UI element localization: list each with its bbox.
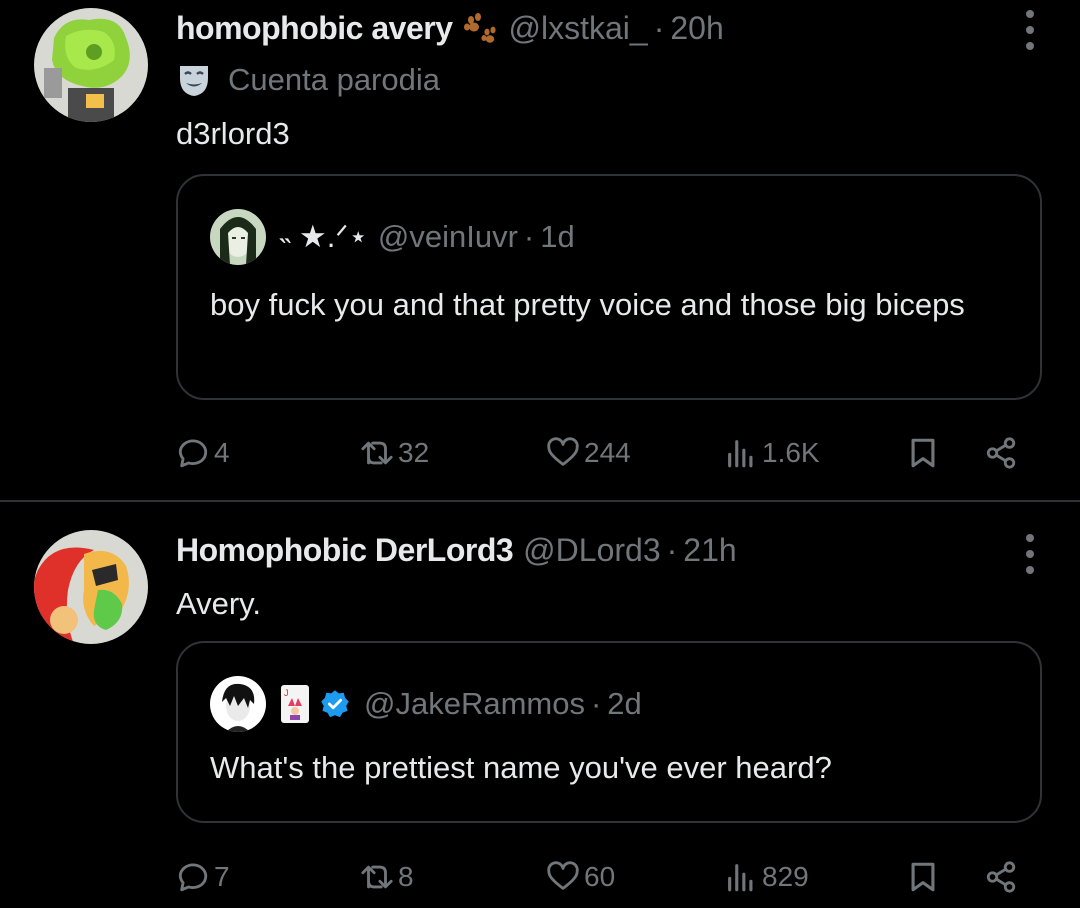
like-count: 244 (584, 437, 631, 468)
author-handle[interactable]: @lxstkai_ (509, 10, 648, 47)
separator-dot: · (666, 531, 678, 568)
repost-count: 8 (398, 861, 414, 892)
avatar[interactable] (34, 530, 148, 644)
tweet-header: homophobic avery @lxstkai_ · 20h (176, 6, 990, 50)
theater-mask-icon (180, 66, 208, 96)
quoted-timestamp[interactable]: 2d (607, 686, 641, 722)
bookmark-button[interactable] (906, 428, 944, 478)
repost-button[interactable]: 8 (360, 852, 414, 902)
action-bar: 7 8 60 829 (176, 852, 1056, 902)
reply-icon (178, 863, 208, 892)
author-name[interactable]: Homophobic DerLord3 (176, 532, 514, 569)
tweet-text: Avery. (176, 586, 261, 621)
repost-icon (361, 441, 393, 465)
reply-button[interactable]: 4 (176, 428, 230, 478)
share-button[interactable] (984, 852, 1022, 902)
more-options-icon[interactable] (1024, 10, 1036, 50)
views-chart-icon (728, 864, 753, 892)
timeline-feed: homophobic avery @lxstkai_ · 20h Cuenta … (0, 0, 1080, 908)
parody-label: Cuenta parodia (176, 60, 440, 100)
svg-text:J: J (284, 688, 289, 698)
share-icon (986, 861, 1016, 893)
repost-count: 32 (398, 437, 430, 468)
reply-icon (178, 439, 208, 468)
quoted-author-name[interactable]: ˵ ★.ᐟ⋆ (280, 219, 368, 255)
joker-card-icon: J (281, 685, 309, 723)
quoted-tweet-text: boy fuck you and that pretty voice and t… (210, 287, 965, 322)
reply-count: 4 (214, 437, 230, 468)
avatar[interactable] (34, 8, 148, 122)
bookmark-button[interactable] (906, 852, 944, 902)
paw-prints-icon (463, 13, 496, 43)
tweet-text: d3rlord3 (176, 116, 290, 151)
quoted-avatar (210, 676, 266, 732)
bookmark-icon (911, 438, 935, 468)
like-button[interactable]: 244 (546, 428, 631, 478)
heart-icon (547, 861, 579, 890)
share-button[interactable] (984, 428, 1022, 478)
quoted-avatar (210, 209, 266, 265)
separator-dot: · (523, 219, 535, 254)
views-count: 829 (762, 861, 809, 892)
repost-button[interactable]: 32 (360, 428, 429, 478)
views-button[interactable]: 1.6K (724, 428, 820, 478)
tweet[interactable]: Homophobic DerLord3 @DLord3 · 21h Avery. (0, 502, 1080, 908)
timestamp[interactable]: 20h (670, 10, 723, 47)
share-icon (986, 437, 1016, 469)
separator-dot: · (590, 686, 602, 721)
timestamp[interactable]: 21h (683, 532, 736, 569)
views-count: 1.6K (762, 437, 820, 468)
views-button[interactable]: 829 (724, 852, 809, 902)
like-button[interactable]: 60 (546, 852, 615, 902)
repost-icon (361, 865, 393, 889)
author-handle[interactable]: @DLord3 (523, 532, 660, 569)
like-count: 60 (584, 861, 616, 892)
reply-count: 7 (214, 861, 230, 892)
quoted-author-handle[interactable]: @JakeRammos (364, 686, 585, 722)
quoted-tweet[interactable]: ˵ ★.ᐟ⋆ @veinIuvr · 1d boy fuck you and t… (176, 174, 1042, 400)
views-chart-icon (728, 440, 753, 468)
verified-badge-icon (321, 690, 349, 718)
quoted-tweet[interactable]: J @JakeRammos · 2d What's the prettiest … (176, 641, 1042, 823)
bookmark-icon (911, 862, 935, 892)
author-name[interactable]: homophobic avery (176, 10, 453, 47)
parody-text: Cuenta parodia (228, 62, 440, 97)
heart-icon (547, 437, 579, 466)
more-options-icon[interactable] (1024, 534, 1036, 574)
action-bar: 4 32 244 1.6K (176, 428, 1056, 478)
quoted-tweet-header: ˵ ★.ᐟ⋆ @veinIuvr · 1d (210, 208, 575, 266)
quoted-timestamp[interactable]: 1d (540, 219, 574, 255)
quoted-author-handle[interactable]: @veinIuvr (378, 219, 518, 255)
quoted-tweet-text: What's the prettiest name you've ever he… (210, 750, 832, 785)
separator-dot: · (653, 9, 665, 46)
quoted-tweet-header: J @JakeRammos · 2d (210, 675, 642, 733)
tweet[interactable]: homophobic avery @lxstkai_ · 20h Cuenta … (0, 0, 1080, 500)
tweet-header: Homophobic DerLord3 @DLord3 · 21h (176, 528, 990, 572)
reply-button[interactable]: 7 (176, 852, 230, 902)
